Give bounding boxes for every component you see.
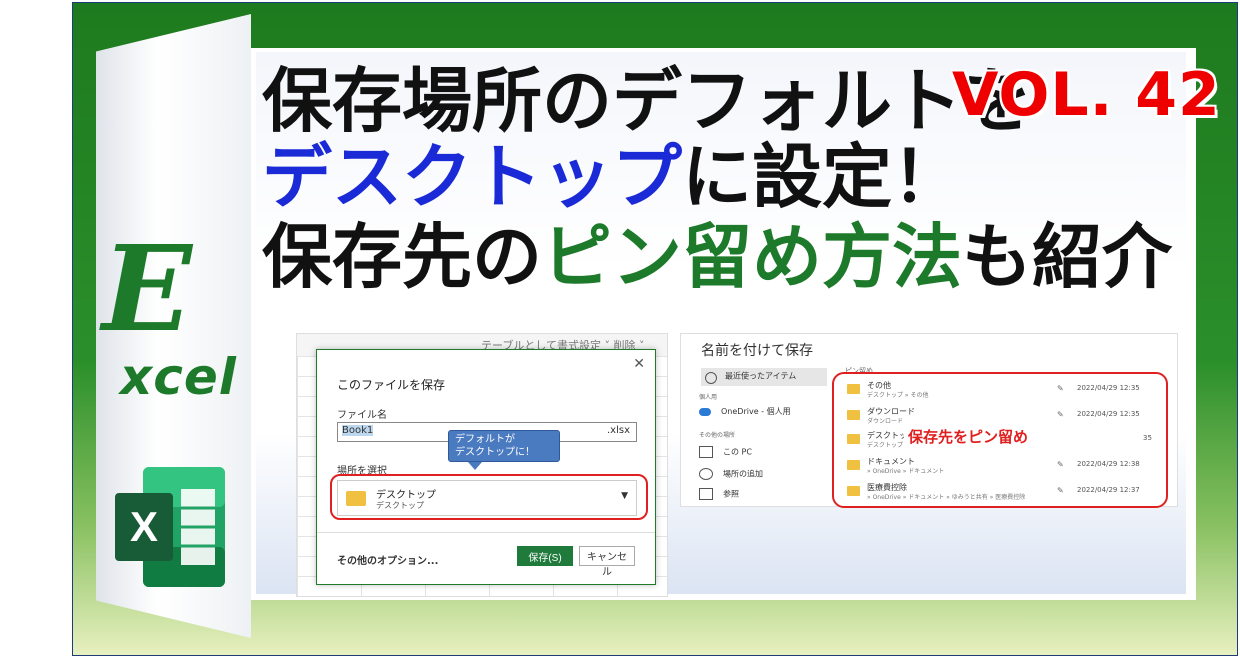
title-pin-method: ピン留め方法: [542, 216, 962, 298]
cloud-icon: [699, 407, 711, 416]
title-set: に設定！: [682, 136, 962, 218]
cover-word: xcel: [120, 348, 237, 406]
tooltip-line-1: デフォルトが: [455, 434, 515, 445]
tooltip-tail: [468, 462, 482, 470]
nav-this-pc-label: この PC: [723, 447, 752, 457]
cancel-button[interactable]: キャンセル: [579, 546, 635, 578]
nav-onedrive[interactable]: OneDrive - 個人用: [699, 406, 839, 417]
excel-logo-icon: X: [115, 467, 225, 587]
location-highlight: [330, 474, 648, 520]
nav-add-place-label: 場所の追加: [723, 469, 763, 479]
title-line-1: 保存場所のデフォルトを: [262, 60, 1032, 142]
folder-open-icon: [699, 488, 713, 500]
title-save-dest: 保存先の: [262, 216, 542, 298]
save-button[interactable]: 保存(S): [517, 546, 573, 566]
nav-add-place[interactable]: 場所の追加: [699, 468, 839, 480]
globe-icon: [699, 468, 713, 480]
nav-browse[interactable]: 参照: [699, 488, 839, 500]
more-options-link[interactable]: その他のオプション...: [337, 552, 438, 567]
nav-other-header: その他の場所: [699, 432, 736, 439]
nav-browse-label: 参照: [723, 489, 739, 499]
tooltip-line-2: デスクトップに！: [455, 447, 535, 458]
save-dialog: ✕ このファイルを保存 ファイル名 Book1 .xlsx 場所を選択 デスクト…: [316, 349, 656, 585]
nav-recent[interactable]: 最近使ったアイテム: [701, 368, 827, 386]
nav-recent-label: 最近使ったアイテム: [725, 371, 797, 381]
save-as-title: 名前を付けて保存: [701, 343, 813, 359]
cover-letter: E: [102, 219, 192, 358]
dialog-title: このファイルを保存: [337, 378, 446, 392]
nav-onedrive-label: OneDrive - 個人用: [721, 407, 791, 416]
close-icon[interactable]: ✕: [633, 356, 645, 372]
filename-label: ファイル名: [337, 410, 387, 421]
divider: [317, 532, 655, 533]
pin-annotation: 保存先をピン留め: [904, 425, 1033, 448]
filename-extension: .xlsx: [606, 425, 630, 436]
nav-personal-header: 個人用: [699, 394, 718, 401]
excel-logo-letter: X: [130, 503, 158, 550]
nav-this-pc[interactable]: この PC: [699, 446, 839, 458]
title-line-2: デスクトップに設定！: [262, 142, 962, 212]
volume-label: VOL. 42: [952, 60, 1221, 130]
default-tooltip: デフォルトが デスクトップに！: [448, 430, 560, 462]
title-introduce: も紹介: [962, 216, 1172, 298]
title-desktop: デスクトップ: [262, 136, 682, 218]
title-line-3: 保存先のピン留め方法も紹介: [262, 222, 1172, 292]
filename-value: Book1: [342, 425, 374, 436]
pc-icon: [699, 446, 713, 458]
clock-icon: [705, 372, 717, 384]
